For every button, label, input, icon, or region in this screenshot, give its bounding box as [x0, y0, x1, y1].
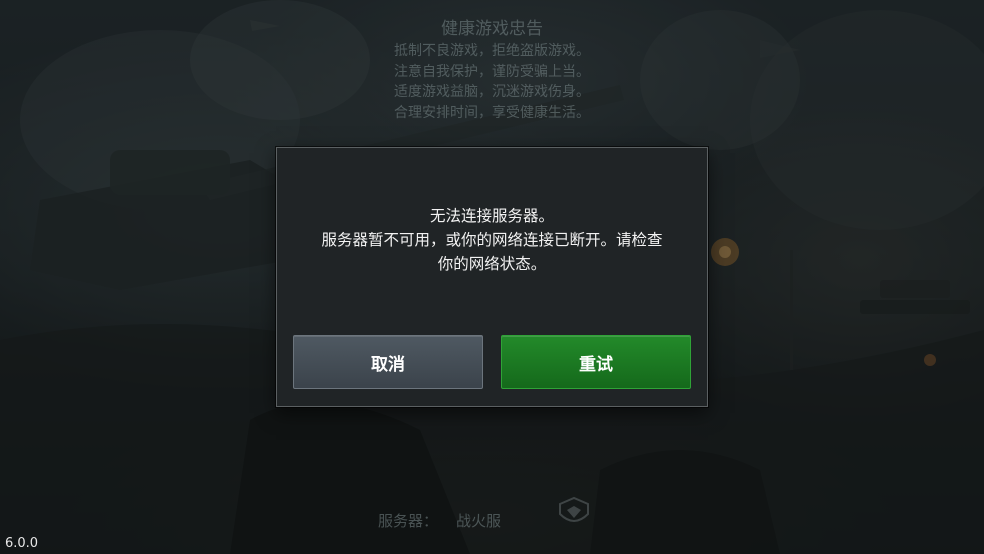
- health-notice-line: 合理安排时间，享受健康生活。: [394, 104, 590, 121]
- game-screen: 健康游戏忠告 抵制不良游戏，拒绝盗版游戏。 注意自我保护，谨防受骗上当。 适度游…: [0, 0, 984, 554]
- server-name: 战火服: [456, 512, 502, 530]
- cancel-button[interactable]: 取消: [293, 335, 483, 389]
- error-message-line: 无法连接服务器。: [429, 207, 554, 225]
- server-label: 服务器：: [378, 512, 439, 530]
- health-notice-line: 适度游戏益脑，沉迷游戏伤身。: [394, 84, 590, 100]
- retry-button[interactable]: 重试: [501, 335, 691, 389]
- connection-error-dialog: 无法连接服务器。 服务器暂不可用，或你的网络连接已断开。请检查 你的网络状态。 …: [276, 147, 708, 407]
- server-info: 服务器： 战火服: [378, 511, 501, 531]
- version-number: 6.0.0: [5, 536, 39, 551]
- error-message: 无法连接服务器。 服务器暂不可用，或你的网络连接已断开。请检查 你的网络状态。: [293, 204, 691, 276]
- error-message-line: 服务器暂不可用，或你的网络连接已断开。请检查: [321, 231, 663, 249]
- health-notice-line: 抵制不良游戏，拒绝盗版游戏。: [394, 43, 590, 59]
- health-notice-line: 注意自我保护，谨防受骗上当。: [394, 63, 590, 80]
- error-message-line: 你的网络状态。: [437, 255, 547, 273]
- health-notice-title: 健康游戏忠告: [441, 19, 543, 39]
- health-gaming-notice: 健康游戏忠告 抵制不良游戏，拒绝盗版游戏。 注意自我保护，谨防受骗上当。 适度游…: [300, 18, 684, 123]
- server-icon: [559, 496, 589, 522]
